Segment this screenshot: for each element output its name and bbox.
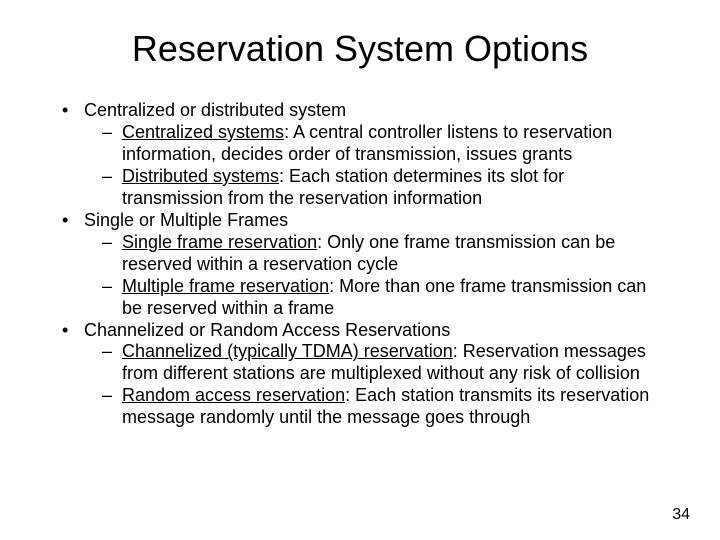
term: Centralized systems (122, 122, 284, 142)
slide-body: Centralized or distributed system Centra… (50, 100, 670, 429)
list-item: Multiple frame reservation: More than on… (102, 276, 670, 320)
term: Distributed systems (122, 166, 279, 186)
term: Random access reservation (122, 385, 345, 405)
page-number: 34 (672, 506, 690, 524)
bullet-text: Channelized or Random Access Reservation… (84, 320, 450, 340)
list-item: Channelized or Random Access Reservation… (62, 320, 670, 430)
term: Multiple frame reservation (122, 276, 329, 296)
bullet-text: Single or Multiple Frames (84, 210, 288, 230)
sub-list: Channelized (typically TDMA) reservation… (84, 341, 670, 429)
term: Channelized (typically TDMA) reservation (122, 341, 453, 361)
list-item: Centralized systems: A central controlle… (102, 122, 670, 166)
list-item: Channelized (typically TDMA) reservation… (102, 341, 670, 385)
list-item: Centralized or distributed system Centra… (62, 100, 670, 210)
list-item: Distributed systems: Each station determ… (102, 166, 670, 210)
bullet-list: Centralized or distributed system Centra… (50, 100, 670, 429)
bullet-text: Centralized or distributed system (84, 100, 346, 120)
sub-list: Centralized systems: A central controlle… (84, 122, 670, 210)
list-item: Random access reservation: Each station … (102, 385, 670, 429)
list-item: Single or Multiple Frames Single frame r… (62, 210, 670, 320)
list-item: Single frame reservation: Only one frame… (102, 232, 670, 276)
slide-title: Reservation System Options (50, 28, 670, 70)
sub-list: Single frame reservation: Only one frame… (84, 232, 670, 320)
slide: Reservation System Options Centralized o… (0, 0, 720, 540)
term: Single frame reservation (122, 232, 317, 252)
